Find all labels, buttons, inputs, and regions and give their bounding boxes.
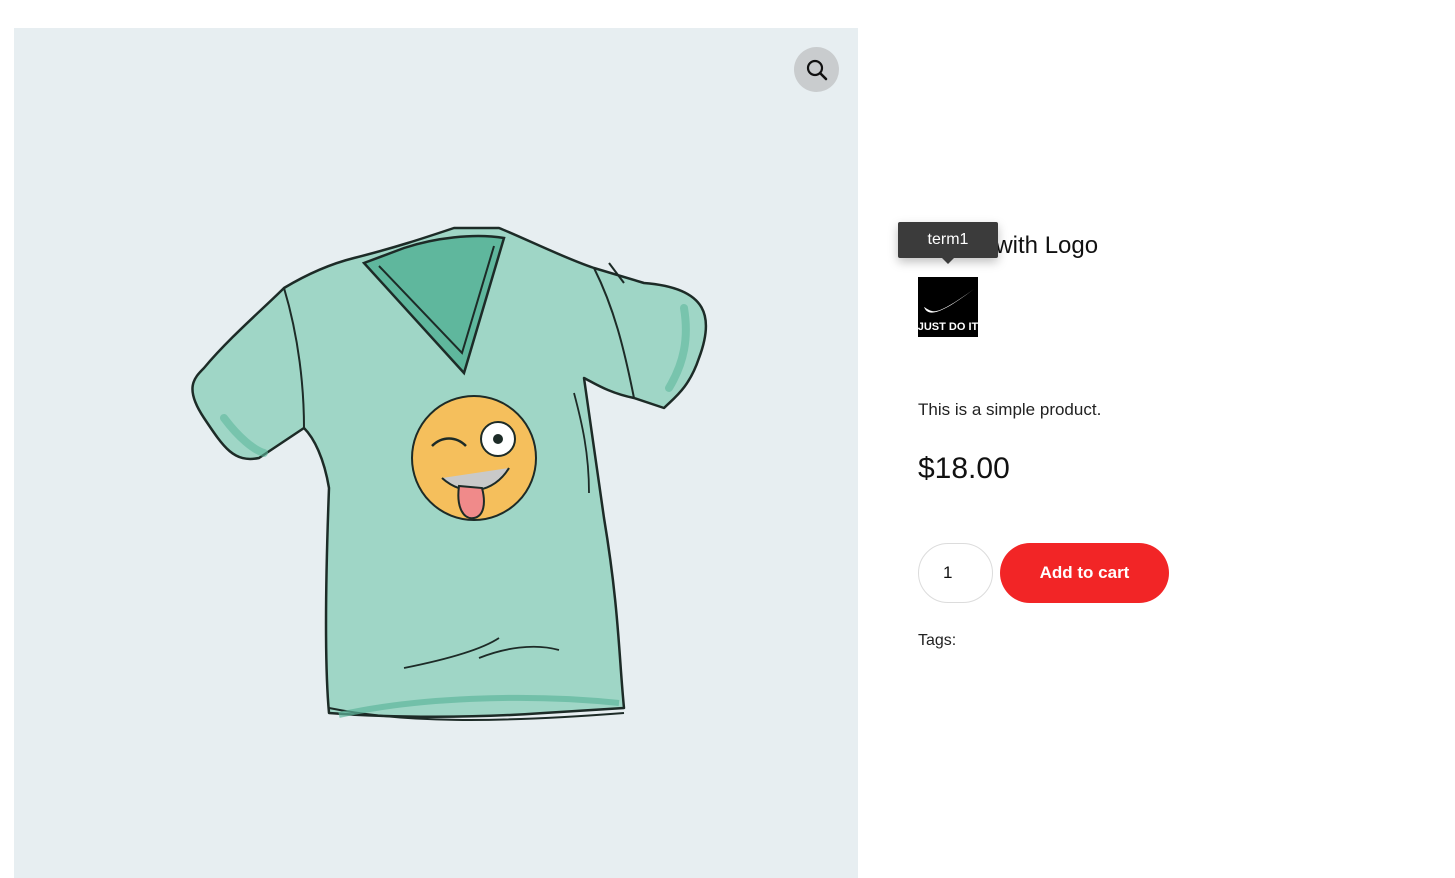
brand-logo[interactable]: JUST DO IT bbox=[918, 277, 978, 337]
quantity-input[interactable] bbox=[918, 543, 993, 603]
tags-label: Tags: bbox=[918, 632, 957, 649]
brand-logo-text: JUST DO IT bbox=[918, 321, 978, 333]
swoosh-icon: JUST DO IT bbox=[918, 289, 978, 333]
zoom-button[interactable] bbox=[794, 47, 839, 92]
product-image[interactable] bbox=[164, 188, 724, 748]
add-to-cart-button[interactable]: Add to cart bbox=[1000, 543, 1169, 603]
brand-tooltip: term1 bbox=[898, 222, 998, 264]
product-summary: T-Shirt with Logo term1 JUST DO IT This … bbox=[898, 0, 1418, 878]
product-gallery bbox=[14, 28, 858, 878]
product-description: This is a simple product. bbox=[918, 400, 1102, 419]
product-price: $18.00 bbox=[918, 452, 1010, 485]
search-icon bbox=[806, 59, 827, 80]
